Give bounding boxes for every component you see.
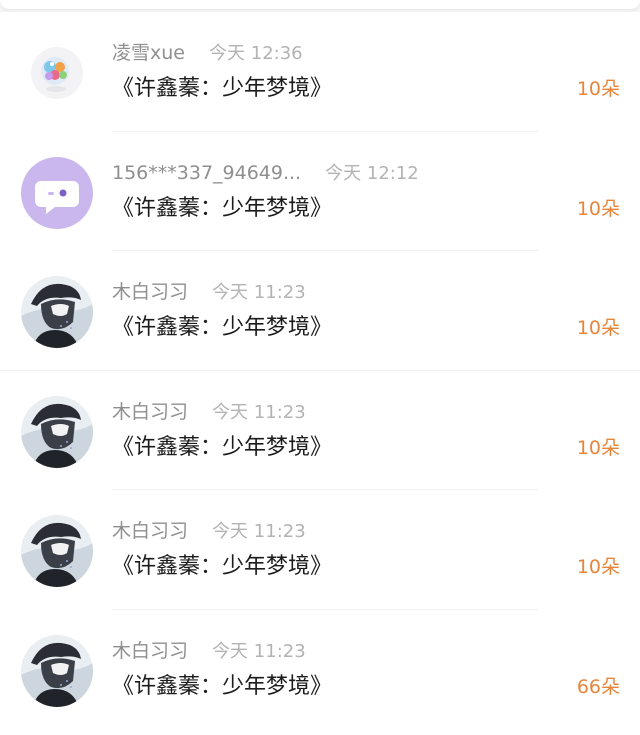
portrait-photo: [21, 634, 93, 707]
username[interactable]: 木白习习: [112, 281, 188, 303]
portrait-photo: [21, 276, 93, 348]
list-item[interactable]: 凌雪xue 今天 12:36 《许鑫蓁：少年梦境》 10朵: [0, 12, 640, 132]
avatar[interactable]: [21, 634, 93, 707]
timestamp: 今天 11:23: [212, 401, 306, 423]
avatar[interactable]: [21, 156, 93, 229]
book-title[interactable]: 《许鑫蓁：少年梦境》: [112, 313, 332, 343]
username[interactable]: 凌雪xue: [112, 42, 185, 64]
flower-count: 10朵: [576, 197, 620, 220]
flower-count: 10朵: [576, 78, 620, 100]
portrait-photo: [21, 515, 93, 587]
timestamp: 今天 12:12: [325, 162, 419, 184]
timestamp: 今天 12:36: [209, 43, 303, 64]
book-title[interactable]: 《许鑫蓁：少年梦境》: [112, 194, 332, 224]
book-title[interactable]: 《许鑫蓁：少年梦境》: [112, 433, 332, 463]
flower-count: 10朵: [576, 317, 620, 339]
flower-count: 10朵: [576, 436, 620, 459]
chat-bubble-icon: [21, 156, 93, 229]
avatar[interactable]: [21, 515, 93, 587]
timestamp: 今天 11:23: [212, 521, 306, 542]
crystal-ball-icon: [21, 37, 93, 109]
book-title[interactable]: 《许鑫蓁：少年梦境》: [112, 74, 332, 104]
book-title[interactable]: 《许鑫蓁：少年梦境》: [112, 672, 332, 702]
list-item[interactable]: 木白习习 今天 11:23 《许鑫蓁：少年梦境》 10朵: [0, 371, 640, 491]
username[interactable]: 156***337_94649...: [112, 162, 301, 184]
list-item[interactable]: 木白习习 今天 11:23 《许鑫蓁：少年梦境》 66朵: [0, 610, 640, 730]
top-card-edge: [0, 0, 640, 12]
gift-record-list: 凌雪xue 今天 12:36 《许鑫蓁：少年梦境》 10朵 156***337_…: [0, 12, 640, 729]
timestamp: 今天 11:23: [212, 640, 306, 662]
list-item[interactable]: 木白习习 今天 11:23 《许鑫蓁：少年梦境》 10朵: [0, 490, 640, 610]
portrait-photo: [21, 395, 93, 468]
avatar[interactable]: [21, 37, 93, 109]
flower-count: 10朵: [576, 556, 620, 578]
username[interactable]: 木白习习: [112, 640, 188, 662]
username[interactable]: 木白习习: [112, 520, 188, 542]
username[interactable]: 木白习习: [112, 401, 188, 423]
avatar[interactable]: [21, 395, 93, 468]
book-title[interactable]: 《许鑫蓁：少年梦境》: [112, 552, 332, 582]
avatar[interactable]: [21, 276, 93, 348]
flower-count: 66朵: [576, 675, 620, 698]
list-item[interactable]: 木白习习 今天 11:23 《许鑫蓁：少年梦境》 10朵: [0, 251, 640, 371]
timestamp: 今天 11:23: [212, 282, 306, 303]
list-item[interactable]: 156***337_94649... 今天 12:12 《许鑫蓁：少年梦境》 1…: [0, 132, 640, 252]
